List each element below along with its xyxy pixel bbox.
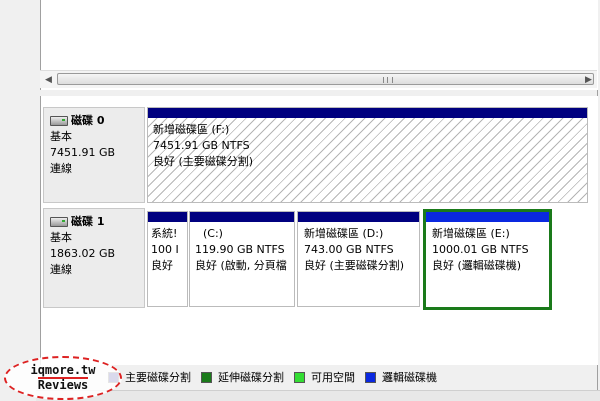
partition-c[interactable]: (C:) 119.90 GB NTFS 良好 (啟動, 分頁檔 xyxy=(189,211,295,307)
partition-name: (C:) xyxy=(203,227,223,240)
legend-label: 可用空間 xyxy=(311,371,355,384)
partition-type-bar xyxy=(298,212,419,222)
horizontal-scrollbar[interactable]: ◀ ▶ xyxy=(40,70,597,88)
status-bar xyxy=(36,390,600,401)
disk-name: 磁碟 0 xyxy=(71,114,105,127)
disk-1-label[interactable]: 磁碟 1 基本 1863.02 GB 連線 xyxy=(43,208,145,308)
partition-name: 新增磁碟區 (D:) xyxy=(304,227,384,240)
partition-e[interactable]: 新增磁碟區 (E:) 1000.01 GB NTFS 良好 (邏輯磁碟機) xyxy=(423,209,552,310)
disk-status: 連線 xyxy=(50,162,72,175)
watermark-line1: iqmore.tw xyxy=(30,363,96,377)
partition-size: 1000.01 GB NTFS xyxy=(432,243,529,256)
partition-system-reserved[interactable]: 系統! 100 I 良好 xyxy=(147,211,188,307)
partition-status: 良好 xyxy=(151,259,173,272)
disk-status: 連線 xyxy=(50,263,72,276)
arrow-left-icon[interactable]: ◀ xyxy=(40,71,57,88)
partition-legend: 主要磁碟分割 延伸磁碟分割 可用空間 邏輯磁碟機 xyxy=(40,366,597,388)
free-space-swatch xyxy=(294,371,305,383)
legend-label: 邏輯磁碟機 xyxy=(382,371,437,384)
logical-drive-swatch xyxy=(365,371,376,383)
partition-type-bar xyxy=(148,108,587,118)
partition-size: 100 I xyxy=(151,243,179,256)
partition-size: 119.90 GB NTFS xyxy=(195,243,285,256)
legend-label: 延伸磁碟分割 xyxy=(218,371,284,384)
partition-size: 7451.91 GB NTFS xyxy=(153,139,250,152)
partition-status: 良好 (主要磁碟分割) xyxy=(153,155,254,168)
disk-type: 基本 xyxy=(50,130,72,143)
watermark-line2: Reviews xyxy=(37,377,89,392)
watermark-logo: iqmore.tw Reviews xyxy=(4,356,122,400)
partition-name: 系統! xyxy=(151,227,178,240)
partition-name: 新增磁碟區 (E:) xyxy=(432,227,510,240)
legend-label: 主要磁碟分割 xyxy=(125,371,191,384)
disk-0-label[interactable]: 磁碟 0 基本 7451.91 GB 連線 xyxy=(43,107,145,203)
partition-type-bar xyxy=(426,212,549,222)
partition-status: 良好 (邏輯磁碟機) xyxy=(432,259,522,272)
disk-size: 1863.02 GB xyxy=(50,247,116,260)
disk-size: 7451.91 GB xyxy=(50,146,116,159)
arrow-right-icon[interactable]: ▶ xyxy=(580,71,597,88)
partition-name: 新增磁碟區 (F:) xyxy=(153,123,230,136)
scrollbar-thumb[interactable] xyxy=(57,73,594,85)
partition-d[interactable]: 新增磁碟區 (D:) 743.00 GB NTFS 良好 (主要磁碟分割) xyxy=(297,211,420,307)
disk-drive-icon xyxy=(50,217,68,227)
partition-type-bar xyxy=(190,212,294,222)
disk-type: 基本 xyxy=(50,231,72,244)
disk-drive-icon xyxy=(50,116,68,126)
partition-status: 良好 (啟動, 分頁檔 xyxy=(195,259,287,272)
partition-type-bar xyxy=(148,212,187,222)
partition-size: 743.00 GB NTFS xyxy=(304,243,394,256)
extended-partition-swatch xyxy=(201,371,212,383)
disk-name: 磁碟 1 xyxy=(71,215,105,228)
grip-icon xyxy=(383,77,393,83)
partition-status: 良好 (主要磁碟分割) xyxy=(304,259,405,272)
partition-f[interactable]: 新增磁碟區 (F:) 7451.91 GB NTFS 良好 (主要磁碟分割) xyxy=(147,107,588,203)
